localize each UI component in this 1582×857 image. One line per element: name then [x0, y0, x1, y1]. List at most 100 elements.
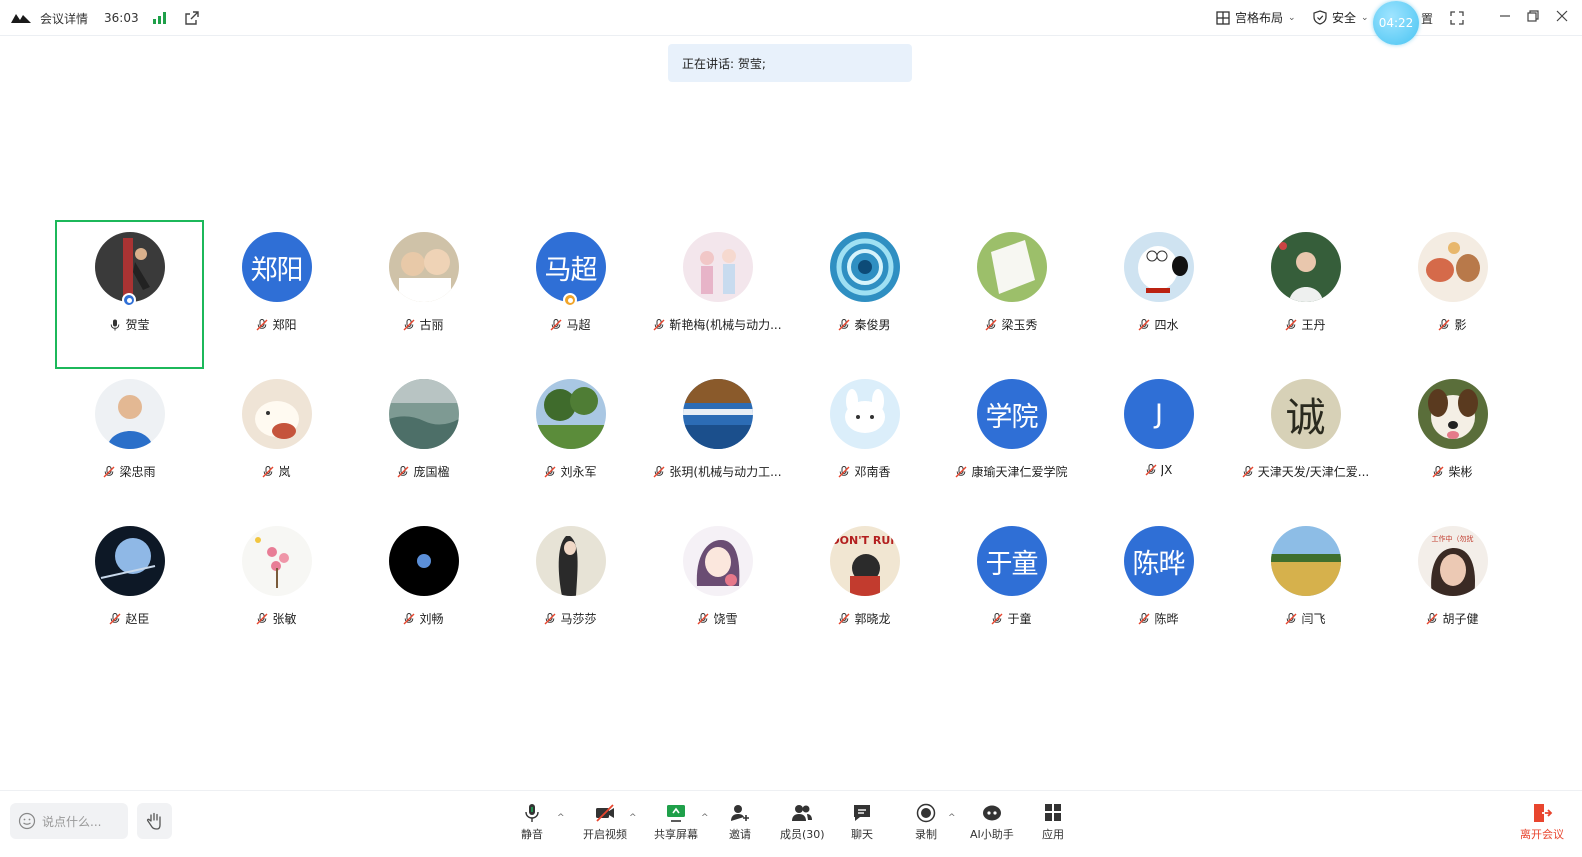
participant-tile[interactable]: 郑阳 郑阳 [203, 221, 350, 368]
participant-tile[interactable]: 张玥(机械与动力工... [644, 368, 791, 515]
apps-button[interactable]: 应用 [1042, 803, 1064, 842]
participant-avatar[interactable] [1417, 379, 1488, 449]
participant-avatar[interactable] [829, 232, 900, 302]
settings-label[interactable]: 置 [1421, 10, 1433, 27]
participant-avatar[interactable]: DON'T RUN [829, 526, 900, 596]
participant-tile[interactable]: 靳艳梅(机械与动力... [644, 221, 791, 368]
participant-avatar[interactable]: 学院 [976, 379, 1047, 449]
participant-avatar[interactable] [388, 526, 459, 596]
participant-avatar[interactable] [976, 232, 1047, 302]
record-button[interactable]: 录制 [915, 803, 937, 842]
minimize-icon[interactable] [1499, 10, 1511, 22]
participant-avatar[interactable] [241, 526, 312, 596]
start-video-button[interactable]: 开启视频 [583, 803, 627, 842]
raise-hand-button[interactable] [137, 803, 172, 839]
participant-avatar[interactable]: 于童 [976, 526, 1047, 596]
shield-icon [1313, 10, 1327, 25]
participant-tile[interactable]: 四水 [1085, 221, 1232, 368]
participant-tile[interactable]: 庞国楹 [350, 368, 497, 515]
participant-tile[interactable]: 张敏 [203, 515, 350, 662]
participant-tile[interactable]: J JX [1085, 368, 1232, 515]
participant-tile[interactable]: 学院 康瑜天津仁爱学院 [938, 368, 1085, 515]
participant-avatar[interactable] [682, 379, 753, 449]
ai-label: AI小助手 [970, 828, 1014, 841]
participant-avatar[interactable]: 郑阳 [241, 232, 312, 302]
participant-avatar[interactable] [94, 379, 165, 449]
external-link-icon[interactable] [184, 10, 200, 26]
participant-tile[interactable]: 贺莹 [55, 220, 204, 369]
participant-avatar[interactable] [682, 232, 753, 302]
participant-avatar[interactable] [241, 379, 312, 449]
mute-button[interactable]: 静音 [521, 803, 543, 842]
tencent-meeting-logo-icon [11, 14, 31, 23]
close-icon[interactable] [1556, 10, 1568, 22]
participant-avatar[interactable]: 工作中（勿扰 [1417, 526, 1488, 596]
layout-button[interactable]: 宫格布局 ⌄ [1208, 9, 1304, 26]
leave-meeting-button[interactable]: 离开会议 [1520, 803, 1564, 842]
participant-tile[interactable]: 饶雪 [644, 515, 791, 662]
participant-avatar[interactable] [535, 379, 606, 449]
participant-avatar[interactable]: 诚 [1270, 379, 1341, 449]
participant-avatar[interactable] [94, 526, 165, 596]
participant-tile[interactable]: DON'T RUN 郭晓龙 [791, 515, 938, 662]
participant-tile[interactable]: 陈晔 陈晔 [1085, 515, 1232, 662]
participant-tile[interactable]: 梁玉秀 [938, 221, 1085, 368]
participant-tile[interactable]: 赵臣 [56, 515, 203, 662]
network-signal-icon[interactable] [152, 12, 166, 24]
participant-avatar[interactable]: 马超 [535, 232, 606, 302]
participant-avatar[interactable] [388, 379, 459, 449]
participant-tile[interactable]: 岚 [203, 368, 350, 515]
participant-avatar[interactable] [682, 526, 753, 596]
floating-clock-bubble[interactable]: 04:22 [1373, 1, 1419, 45]
mute-options-caret-icon[interactable]: ^ [557, 813, 565, 823]
participant-name: 郑阳 [272, 318, 297, 332]
video-options-caret-icon[interactable]: ^ [629, 813, 637, 823]
participant-tile[interactable]: 秦俊男 [791, 221, 938, 368]
participant-tile[interactable]: 于童 于童 [938, 515, 1085, 662]
participant-avatar[interactable]: 陈晔 [1123, 526, 1194, 596]
participant-avatar[interactable] [1123, 232, 1194, 302]
participant-name-row: 胡子健 [1426, 610, 1479, 627]
share-screen-button[interactable]: 共享屏幕 [654, 803, 698, 842]
fullscreen-icon[interactable] [1450, 11, 1464, 25]
restore-icon[interactable] [1527, 10, 1539, 22]
participant-avatar[interactable] [829, 379, 900, 449]
participant-tile[interactable]: 柴彬 [1379, 368, 1526, 515]
participant-tile[interactable]: 诚天津天发/天津仁爱... [1232, 368, 1379, 515]
participant-tile[interactable]: 工作中（勿扰胡子健 [1379, 515, 1526, 662]
participant-tile[interactable]: 马莎莎 [497, 515, 644, 662]
participant-tile[interactable]: 古丽 [350, 221, 497, 368]
participant-name-row: 古丽 [403, 316, 444, 333]
members-button[interactable]: 成员(30) [780, 803, 825, 842]
record-options-caret-icon[interactable]: ^ [948, 813, 956, 823]
participant-avatar[interactable] [388, 232, 459, 302]
invite-button[interactable]: 邀请 [729, 803, 751, 842]
participant-tile[interactable]: 刘畅 [350, 515, 497, 662]
avatar-overlay-text: 工作中（勿扰 [1431, 535, 1474, 543]
participant-name: 影 [1454, 318, 1467, 332]
participant-name: 于童 [1007, 612, 1032, 626]
participant-tile[interactable]: 马超 马超 [497, 221, 644, 368]
participant-tile[interactable]: 刘永军 [497, 368, 644, 515]
participant-avatar[interactable] [1270, 232, 1341, 302]
participant-name: 王丹 [1301, 318, 1326, 332]
ai-assistant-button[interactable]: AI小助手 [970, 803, 1014, 842]
chat-button[interactable]: 聊天 [851, 803, 873, 842]
security-button[interactable]: 安全 ⌄ [1305, 9, 1377, 26]
participant-avatar[interactable] [1417, 232, 1488, 302]
share-options-caret-icon[interactable]: ^ [701, 813, 709, 823]
participant-avatar[interactable] [535, 526, 606, 596]
participant-tile[interactable]: 邓南香 [791, 368, 938, 515]
participant-avatar[interactable] [94, 232, 165, 302]
participant-tile[interactable]: 闫飞 [1232, 515, 1379, 662]
mic-muted-icon [838, 465, 850, 478]
meeting-details-link[interactable]: 会议详情 [40, 10, 88, 27]
participant-tile[interactable]: 王丹 [1232, 221, 1379, 368]
participant-tile[interactable]: 影 [1379, 221, 1526, 368]
participant-tile[interactable]: 梁忠雨 [56, 368, 203, 515]
participant-avatar[interactable]: J [1123, 379, 1194, 449]
quick-chat-input[interactable]: 说点什么... [10, 803, 128, 839]
participant-avatar[interactable] [1270, 526, 1341, 596]
participant-name-row: 天津天发/天津仁爱... [1242, 463, 1369, 480]
participant-name: 郭晓龙 [854, 612, 891, 626]
